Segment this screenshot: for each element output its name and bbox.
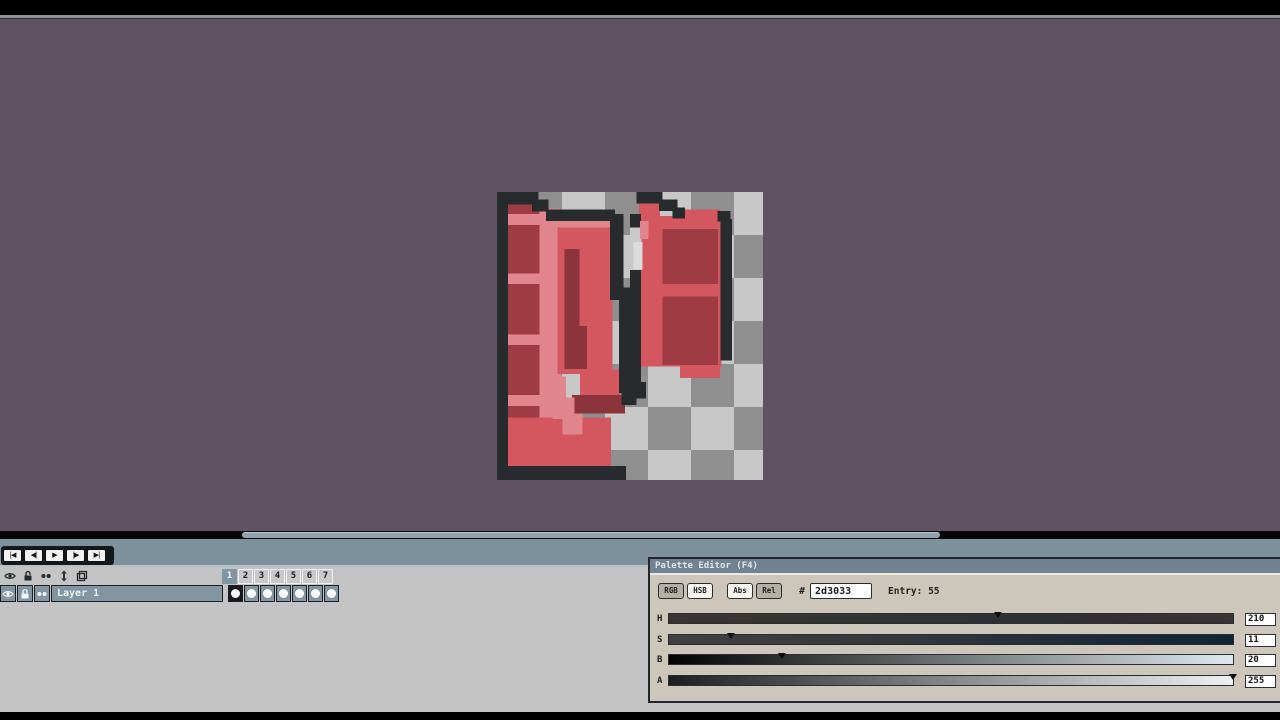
color-mode-rgb-button[interactable]: RGB	[658, 583, 684, 599]
color-mode-hsb-button[interactable]: HSB	[687, 583, 713, 599]
palette-editor-panel: Palette Editor (F4) RGBHSB AbsRel # Entr…	[648, 557, 1280, 703]
slider-label-a: A	[657, 676, 663, 686]
slider-value-b[interactable]: 20	[1245, 654, 1276, 667]
cel-content-dot	[247, 589, 256, 598]
range-mode-abs-button[interactable]: Abs	[727, 583, 753, 599]
slider-row-b: B 20	[650, 653, 1280, 668]
timeline-onion-skin-dots-toggle[interactable]	[38, 568, 54, 584]
cel-frame-3[interactable]	[260, 585, 275, 602]
slider-label-b: B	[657, 655, 663, 665]
timeline-frame-order-toggle[interactable]	[56, 568, 72, 584]
cel-frame-6[interactable]	[308, 585, 323, 602]
onion-skin-dots-icon	[37, 591, 47, 596]
entry-index-label: Entry: 55	[888, 585, 940, 597]
layer-onion-skin-dots-toggle[interactable]	[34, 585, 50, 602]
timeline-lock-toggle[interactable]	[20, 568, 36, 584]
bottom-letterbox	[0, 712, 1280, 720]
hex-color-input[interactable]	[810, 583, 873, 599]
play-button[interactable]: ▶	[45, 549, 64, 562]
palette-editor-controls: RGBHSB AbsRel # Entry: 55	[658, 582, 940, 600]
layer-cel-cells	[228, 585, 340, 602]
duplicate-icon	[76, 570, 88, 582]
horizontal-scrollbar-thumb[interactable]	[242, 532, 940, 538]
cel-content-dot	[311, 589, 320, 598]
frame-header-2[interactable]: 2	[238, 569, 253, 584]
abs-rel-buttons: Abs Rel	[727, 583, 785, 599]
lock-icon	[24, 570, 32, 581]
go-previous-frame-button[interactable]: ◀|	[24, 549, 43, 562]
go-first-frame-button[interactable]: |◀	[3, 549, 22, 562]
cel-content-dot	[263, 589, 272, 598]
slider-marker-s[interactable]	[727, 633, 736, 639]
slider-row-h: H 210	[650, 612, 1280, 627]
cel-frame-2[interactable]	[244, 585, 259, 602]
eye-icon	[4, 573, 16, 579]
slider-value-h[interactable]: 210	[1245, 613, 1276, 626]
slider-track-a[interactable]	[668, 674, 1237, 686]
layer-eye-toggle[interactable]	[0, 585, 16, 602]
frame-header-1[interactable]: 1	[222, 569, 237, 584]
cel-content-dot	[327, 589, 336, 598]
slider-marker-h[interactable]	[993, 612, 1002, 618]
cel-frame-5[interactable]	[292, 585, 307, 602]
slider-track-h[interactable]	[668, 612, 1234, 624]
slider-track-s[interactable]	[668, 633, 1234, 645]
frame-order-icon	[61, 570, 67, 582]
go-next-frame-button[interactable]: |▶	[66, 549, 85, 562]
layer-lock-toggle[interactable]	[17, 585, 33, 602]
cel-frame-1[interactable]	[228, 585, 243, 602]
slider-row-s: S 11	[650, 633, 1280, 648]
slider-value-a[interactable]: 255	[1245, 675, 1276, 688]
palette-editor-title: Palette Editor (F4)	[650, 559, 1280, 575]
top-letterbox	[0, 0, 1280, 15]
slider-marker-b[interactable]	[777, 653, 786, 659]
hex-prefix-label: #	[799, 585, 806, 597]
slider-label-h: H	[657, 614, 663, 624]
cel-content-dot	[295, 589, 304, 598]
app-window: |◀ ◀| ▶ |▶ ▶| 1234567 Layer 1 Palette Editor…	[0, 0, 1280, 720]
frame-header-4[interactable]: 4	[270, 569, 285, 584]
timeline-frame-headers: 1234567	[222, 569, 334, 584]
lock-icon	[21, 588, 29, 598]
slider-row-a: A 255	[650, 674, 1280, 689]
timeline-header-icons	[2, 568, 90, 584]
frame-header-6[interactable]: 6	[302, 569, 317, 584]
horizontal-scrollbar	[0, 531, 1280, 539]
cel-content-dot	[279, 589, 288, 598]
frame-header-7[interactable]: 7	[318, 569, 333, 584]
timeline-eye-toggle[interactable]	[2, 568, 18, 584]
frame-header-3[interactable]: 3	[254, 569, 269, 584]
layer-name[interactable]: Layer 1	[51, 585, 223, 602]
cel-frame-4[interactable]	[276, 585, 291, 602]
slider-label-s: S	[657, 635, 663, 645]
slider-marker-a[interactable]	[1229, 674, 1237, 680]
range-mode-rel-button[interactable]: Rel	[756, 583, 782, 599]
canvas-workspace[interactable]	[0, 19, 1280, 531]
playback-controls: |◀ ◀| ▶ |▶ ▶|	[1, 546, 114, 565]
layer-icon-buttons	[0, 585, 51, 602]
timeline-duplicate-toggle[interactable]	[74, 568, 90, 584]
timeline-layer-row: Layer 1	[0, 585, 340, 602]
frame-header-5[interactable]: 5	[286, 569, 301, 584]
slider-value-s[interactable]: 11	[1245, 634, 1276, 647]
sprite-pixel-art	[497, 192, 733, 480]
color-mode-buttons: RGB HSB	[658, 583, 716, 599]
go-last-frame-button[interactable]: ▶|	[87, 549, 106, 562]
slider-track-b[interactable]	[668, 653, 1234, 665]
onion-skin-dots-icon	[41, 574, 51, 578]
sprite-canvas[interactable]	[497, 192, 763, 480]
cel-content-dot	[231, 589, 240, 598]
eye-icon	[2, 590, 14, 597]
cel-frame-7[interactable]	[324, 585, 339, 602]
